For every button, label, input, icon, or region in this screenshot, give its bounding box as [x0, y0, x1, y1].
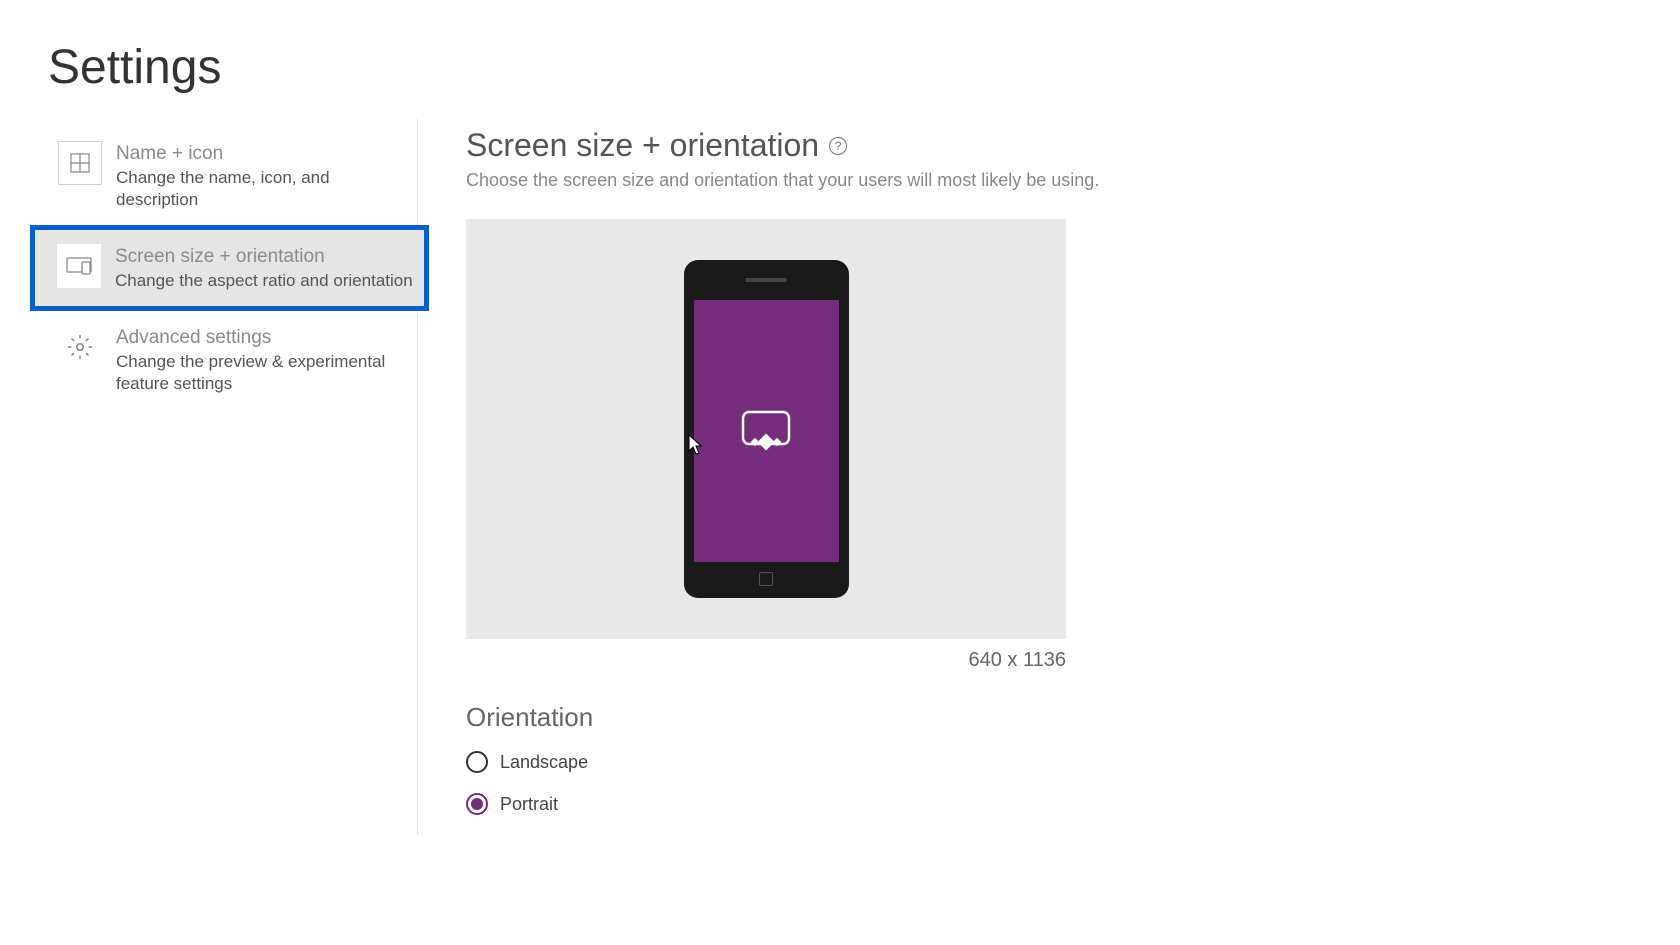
- sidebar-item-title: Advanced settings: [116, 327, 407, 349]
- powerapps-icon: [741, 410, 791, 452]
- sidebar-item-description: Change the preview & experimental featur…: [116, 351, 407, 395]
- orientation-portrait[interactable]: Portrait: [466, 793, 1680, 815]
- preview-area: [466, 219, 1066, 639]
- phone-preview: [684, 260, 849, 598]
- grid-icon: [58, 141, 102, 185]
- radio-label: Landscape: [500, 752, 588, 773]
- content-title: Screen size + orientation: [466, 127, 819, 164]
- phone-speaker: [745, 278, 787, 282]
- help-icon[interactable]: ?: [829, 137, 847, 155]
- sidebar-item-screen-size[interactable]: Screen size + orientation Change the asp…: [30, 225, 429, 311]
- phone-home-button: [759, 572, 773, 586]
- radio-label: Portrait: [500, 794, 558, 815]
- orientation-heading: Orientation: [466, 702, 1680, 733]
- page-title: Settings: [48, 40, 1680, 95]
- sidebar-item-advanced[interactable]: Advanced settings Change the preview & e…: [48, 311, 417, 409]
- radio-checked-icon: [466, 793, 488, 815]
- sidebar-item-title: Name + icon: [116, 143, 407, 165]
- sidebar-item-name-icon[interactable]: Name + icon Change the name, icon, and d…: [48, 127, 417, 225]
- gear-icon: [58, 325, 102, 369]
- content-panel: Screen size + orientation ? Choose the s…: [418, 119, 1680, 835]
- phone-screen: [694, 300, 839, 562]
- screen-icon: [57, 244, 101, 288]
- radio-unchecked-icon: [466, 751, 488, 773]
- sidebar-item-title: Screen size + orientation: [115, 246, 413, 268]
- sidebar-item-description: Change the aspect ratio and orientation: [115, 270, 413, 292]
- content-subtitle: Choose the screen size and orientation t…: [466, 170, 1680, 191]
- sidebar-item-description: Change the name, icon, and description: [116, 167, 407, 211]
- orientation-landscape[interactable]: Landscape: [466, 751, 1680, 773]
- settings-sidebar: Name + icon Change the name, icon, and d…: [48, 119, 418, 835]
- screen-dimensions: 640 x 1136: [466, 649, 1066, 672]
